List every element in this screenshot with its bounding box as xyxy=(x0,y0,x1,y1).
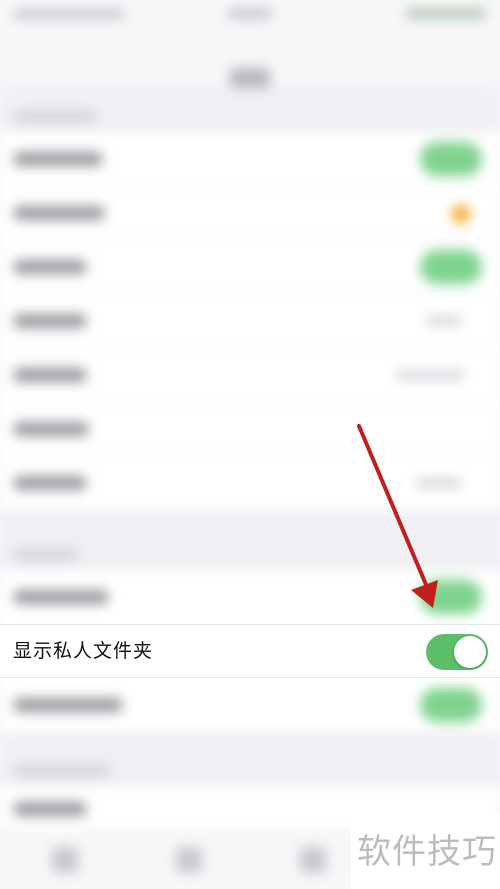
settings-row[interactable] xyxy=(0,402,500,456)
toggle-switch[interactable] xyxy=(420,580,482,614)
section-header-text xyxy=(14,550,78,560)
section-header xyxy=(0,510,500,570)
badge-dot-icon xyxy=(452,205,470,223)
row-label xyxy=(14,368,86,382)
status-bar xyxy=(0,0,500,28)
row-value xyxy=(396,370,464,380)
section-header xyxy=(0,88,500,132)
settings-row[interactable] xyxy=(0,348,500,402)
show-private-folder-toggle[interactable] xyxy=(426,634,488,670)
row-label xyxy=(14,802,86,816)
navigation-bar xyxy=(0,28,500,90)
row-label xyxy=(14,422,88,436)
settings-group xyxy=(0,132,500,510)
status-time xyxy=(228,8,272,19)
row-value xyxy=(426,316,462,326)
battery-icon xyxy=(406,8,486,19)
settings-row[interactable] xyxy=(0,570,500,624)
watermark-text: 软件技巧 xyxy=(357,832,497,872)
row-label xyxy=(14,206,104,220)
watermark: 软件技巧 xyxy=(351,814,500,889)
row-label xyxy=(14,698,122,712)
section-header-text xyxy=(14,766,110,776)
tab-icon[interactable] xyxy=(300,847,326,873)
settings-row[interactable] xyxy=(0,132,500,186)
toggle-switch[interactable] xyxy=(420,142,482,176)
settings-row[interactable] xyxy=(0,678,500,732)
blurred-background xyxy=(0,0,500,889)
toggle-knob xyxy=(454,636,486,668)
show-private-folder-label: 显示私人文件夹 xyxy=(13,640,154,662)
tab-icon[interactable] xyxy=(52,847,78,873)
toggle-switch[interactable] xyxy=(420,250,482,284)
nav-title xyxy=(230,68,270,90)
row-label xyxy=(14,314,86,328)
row-value xyxy=(416,478,462,488)
tab-icon[interactable] xyxy=(176,847,202,873)
row-label xyxy=(14,476,86,490)
row-label xyxy=(14,590,108,604)
settings-row[interactable] xyxy=(0,456,500,510)
settings-row[interactable] xyxy=(0,240,500,294)
row-label xyxy=(14,152,102,166)
carrier-signal-icon xyxy=(14,9,124,19)
section-header xyxy=(0,732,500,786)
settings-row[interactable] xyxy=(0,294,500,348)
show-private-folder-row[interactable]: 显示私人文件夹 xyxy=(0,624,500,678)
section-header-text xyxy=(14,112,96,122)
settings-screen: 显示私人文件夹 软件技巧 xyxy=(0,0,500,889)
settings-row[interactable] xyxy=(0,186,500,240)
toggle-switch[interactable] xyxy=(420,688,482,722)
row-label xyxy=(14,260,86,274)
